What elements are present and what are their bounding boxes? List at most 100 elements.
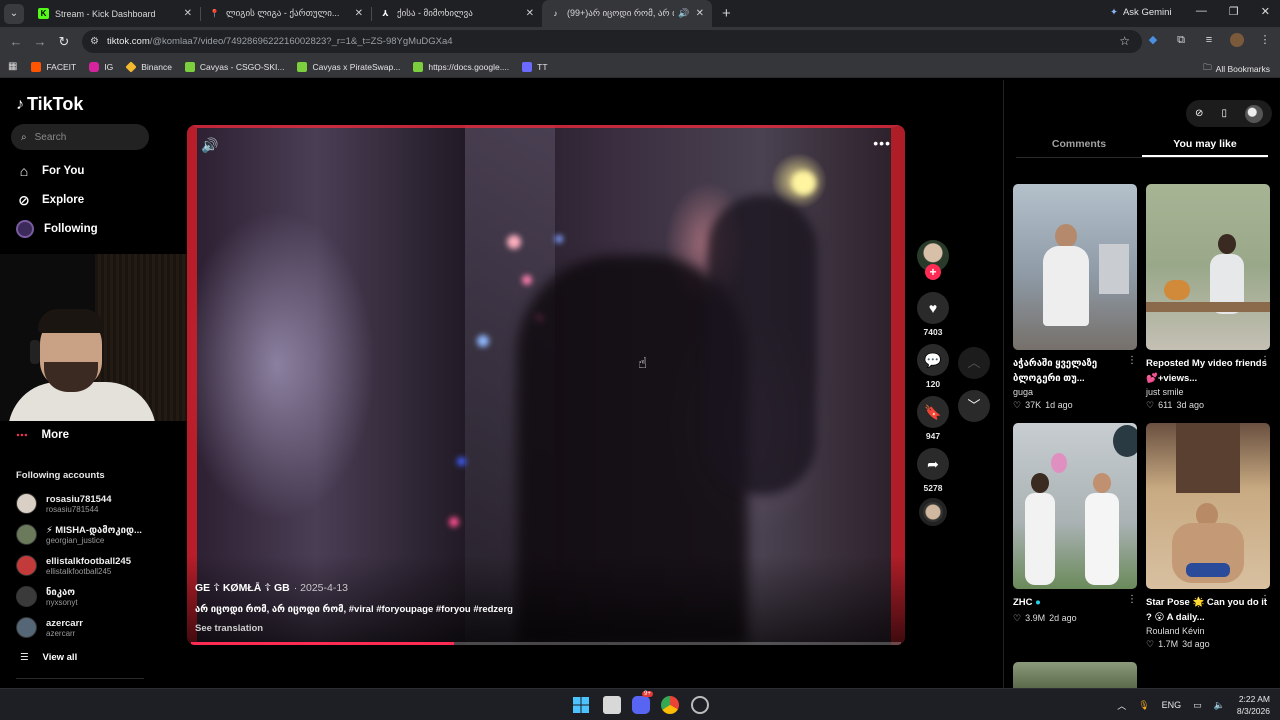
- bookmark-tt[interactable]: TT: [522, 61, 548, 72]
- profile-avatar[interactable]: [1230, 33, 1244, 47]
- menu-dots-icon[interactable]: ⋮: [1258, 33, 1272, 47]
- user-avatar[interactable]: [1244, 104, 1263, 123]
- view-all-button[interactable]: ☰ View all: [20, 652, 77, 663]
- bookmark-cavyas-pirateswap[interactable]: Cavyas x PirateSwap...: [297, 61, 400, 72]
- restore-icon[interactable]: ❐: [1229, 5, 1239, 18]
- ask-gemini-button[interactable]: ✦ Ask Gemini: [1110, 7, 1172, 18]
- speaker-icon[interactable]: 🔊: [678, 8, 689, 19]
- close-icon[interactable]: ✕: [526, 8, 534, 19]
- suggestion-author[interactable]: Rouland Kévin: [1146, 626, 1270, 636]
- nav-following[interactable]: Following: [16, 220, 98, 238]
- monitor-icon[interactable]: ▭: [1193, 700, 1202, 711]
- verified-badge-icon: ●: [1035, 597, 1041, 608]
- account-item[interactable]: azercarr azercarr: [16, 617, 83, 638]
- follow-plus-icon[interactable]: +: [925, 264, 941, 280]
- bookmark-google-docs[interactable]: https://docs.google....: [413, 61, 509, 72]
- tiktok-logo[interactable]: ♪ TikTok: [16, 94, 83, 115]
- more-vertical-icon[interactable]: ⋮: [1260, 355, 1270, 366]
- media-controls-icon[interactable]: ≡: [1202, 33, 1216, 47]
- task-view-icon[interactable]: [603, 696, 621, 714]
- bookmark-ig[interactable]: IG: [89, 61, 113, 72]
- more-vertical-icon[interactable]: ⋮: [1127, 355, 1137, 366]
- account-item[interactable]: ნიკაო nyxsonyt: [16, 586, 78, 607]
- extension-blue-icon[interactable]: ◆: [1146, 33, 1160, 47]
- windows-taskbar: 9+ ︿ 🎙 ENG ▭ 🔈 2:22 AM 8/3/2026: [0, 688, 1280, 720]
- suggestion-meta: ♡ 37K 1d ago: [1013, 400, 1137, 411]
- all-bookmarks-button[interactable]: 🗀 All Bookmarks: [1203, 62, 1270, 76]
- nav-for-you[interactable]: ⌂ For You: [16, 163, 85, 179]
- video-thumbnail[interactable]: [1013, 662, 1137, 688]
- more-vertical-icon[interactable]: ⋮: [1260, 594, 1270, 605]
- minimize-icon[interactable]: —: [1196, 5, 1207, 18]
- comment-button[interactable]: 💬: [917, 344, 949, 376]
- music-disc-icon[interactable]: [919, 498, 947, 526]
- site-info-icon[interactable]: ⚙: [90, 36, 99, 47]
- discord-icon[interactable]: 9+: [632, 691, 653, 714]
- back-icon[interactable]: ←: [4, 34, 28, 49]
- tab-tiktok[interactable]: ♪ (99+)არ იცოდი რომ, არ იცოდი... 🔊 ✕: [542, 0, 712, 27]
- previous-video-button[interactable]: ︿: [958, 347, 990, 379]
- start-windows-icon[interactable]: [572, 696, 590, 714]
- suggestion-card[interactable]: Star Pose 🌟 Can you do it ? 😮 A daily...…: [1146, 423, 1270, 650]
- save-button[interactable]: 🔖: [917, 396, 949, 428]
- video-thumbnail[interactable]: [1013, 423, 1137, 589]
- chrome-icon[interactable]: [661, 696, 679, 714]
- like-button[interactable]: ♥: [917, 292, 949, 324]
- avatar: [16, 555, 37, 576]
- more-options-icon[interactable]: •••: [873, 135, 891, 151]
- suggestion-author[interactable]: just smile: [1146, 387, 1270, 397]
- forward-icon[interactable]: →: [28, 34, 52, 49]
- clock[interactable]: 2:22 AM 8/3/2026: [1237, 693, 1270, 717]
- volume-icon[interactable]: 🔈: [1214, 700, 1225, 711]
- account-item[interactable]: ⚡ MISHA-დამოკიდ... georgian_justice: [16, 524, 142, 545]
- instagram-icon: [89, 61, 100, 72]
- microphone-icon[interactable]: 🎙: [1138, 700, 1149, 711]
- next-video-button[interactable]: ﹀: [958, 390, 990, 422]
- coins-icon[interactable]: ⊘: [1195, 108, 1203, 119]
- nav-explore[interactable]: ⊘ Explore: [16, 192, 84, 208]
- suggestion-card[interactable]: Reposted My video friends💕+views... just…: [1146, 184, 1270, 411]
- phone-icon[interactable]: ▯: [1221, 108, 1227, 119]
- chevron-up-icon[interactable]: ︿: [1117, 699, 1126, 712]
- video-progress-bar[interactable]: [191, 642, 901, 645]
- more-vertical-icon[interactable]: ⋮: [1127, 594, 1137, 605]
- tab-search-button[interactable]: ⌄: [4, 3, 24, 24]
- gemini-icon: ✦: [1110, 7, 1118, 18]
- apps-grid-icon[interactable]: ▦: [8, 61, 17, 72]
- close-icon[interactable]: ✕: [696, 8, 704, 19]
- video-player[interactable]: 🔊 ••• GE ☦ KØMŁĀ ☦ GB · 2025-4-13 არ იცო…: [187, 125, 905, 645]
- tab-kick[interactable]: K Stream - Kick Dashboard ✕: [30, 0, 200, 27]
- language-indicator[interactable]: ENG: [1162, 700, 1182, 710]
- tab-comments[interactable]: Comments: [1016, 132, 1142, 157]
- video-thumbnail[interactable]: [1146, 423, 1270, 589]
- see-translation-link[interactable]: See translation: [195, 623, 263, 634]
- tab-you-may-like[interactable]: You may like: [1142, 132, 1268, 157]
- steam-icon[interactable]: [691, 696, 709, 714]
- extensions-icon[interactable]: ⧉: [1174, 33, 1188, 47]
- nav-more[interactable]: ⋯ More: [16, 428, 69, 442]
- search-input[interactable]: ⌕ Search: [11, 124, 149, 150]
- tab-kisa[interactable]: ⅄ ქისა - მიმოხილვა ✕: [372, 0, 542, 27]
- bookmark-binance[interactable]: Binance: [125, 60, 172, 73]
- heart-outline-icon: ♡: [1146, 639, 1155, 649]
- reload-icon[interactable]: ↻: [52, 34, 76, 50]
- account-item[interactable]: ellistalkfootball245 ellistalkfootball245: [16, 555, 131, 576]
- suggestion-card[interactable]: აჭარაში ყველაზე ბლოგერი თუ... guga ♡ 37K 1…: [1013, 184, 1137, 411]
- close-icon[interactable]: ✕: [184, 8, 192, 19]
- video-thumbnail[interactable]: [1146, 184, 1270, 350]
- share-button[interactable]: ➦: [917, 448, 949, 480]
- suggestion-card[interactable]: ZHC ● ♡ 3.9M 2d ago ⋮: [1013, 423, 1137, 624]
- address-bar[interactable]: ⚙ tiktok.com/@komlaa7/video/749286962221…: [82, 30, 1142, 53]
- bookmark-cavyas-skins[interactable]: Cavyas - CSGO-SKI...: [184, 61, 284, 72]
- close-window-icon[interactable]: ✕: [1261, 5, 1270, 18]
- volume-icon[interactable]: 🔊: [201, 137, 218, 154]
- tab-league[interactable]: 📍 ლიგის ლიგა - ქართული... ✕: [201, 0, 371, 27]
- close-icon[interactable]: ✕: [355, 8, 363, 19]
- account-item[interactable]: rosasiu781544 rosasiu781544: [16, 493, 112, 514]
- bookmark-star-icon[interactable]: ☆: [1119, 34, 1130, 48]
- video-thumbnail[interactable]: [1013, 184, 1137, 350]
- suggestion-author[interactable]: guga: [1013, 387, 1137, 397]
- bookmark-faceit[interactable]: FACEIT: [31, 61, 76, 72]
- new-tab-button[interactable]: +: [722, 5, 731, 22]
- video-author[interactable]: GE ☦ KØMŁĀ ☦ GB: [195, 582, 290, 594]
